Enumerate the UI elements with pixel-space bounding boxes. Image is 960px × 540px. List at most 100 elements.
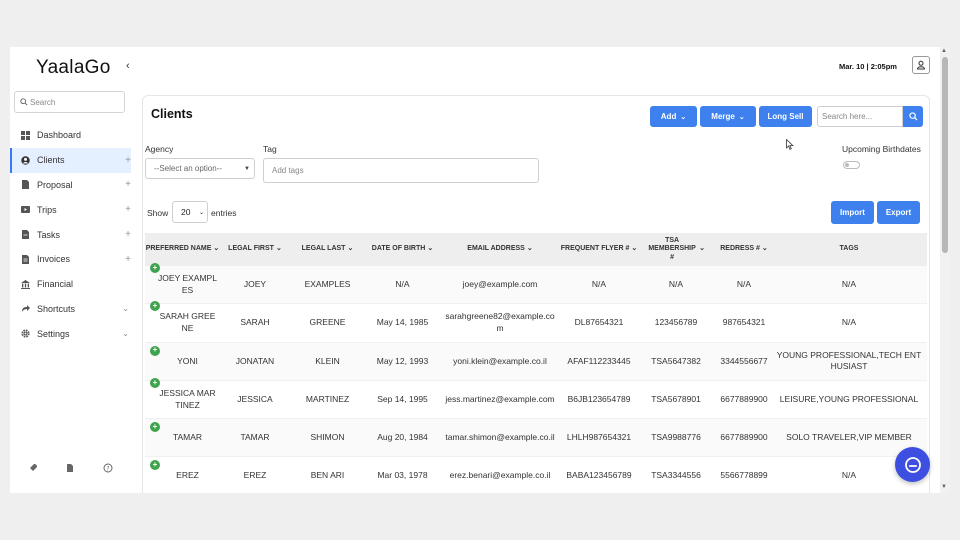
table-row[interactable]: + YONI JONATAN KLEIN May 12, 1993 yoni.klein@… (145, 342, 927, 381)
entries-select[interactable]: 20 ⌄ (172, 201, 208, 223)
cell-text: 987654321 (722, 317, 766, 328)
sort-chevron-icon[interactable]: ⌄ (276, 245, 282, 253)
column-header[interactable]: REDRESS # ⌄ (714, 245, 774, 253)
table-row[interactable]: + EREZ EREZ BEN ARI Mar 03, 1978 erez.benari@… (145, 457, 927, 493)
column-header[interactable]: DATE OF BIRTH ⌄ (365, 245, 440, 253)
add-icon[interactable]: + (125, 204, 131, 215)
sidebar-item-proposal[interactable]: Proposal + (10, 173, 131, 198)
column-header-label: REDRESS # (720, 245, 760, 253)
sort-chevron-icon[interactable]: ⌄ (699, 245, 705, 253)
sidebar-item-trips[interactable]: Trips + (10, 197, 131, 222)
sidebar-item-settings[interactable]: Settings ⌄ (10, 321, 131, 346)
expand-row-icon[interactable]: + (150, 422, 160, 433)
long-sell-button[interactable]: Long Sell (759, 106, 812, 127)
search-button[interactable] (903, 106, 923, 127)
expand-row-icon[interactable]: + (150, 345, 160, 356)
client-search-input[interactable]: Search here... (817, 106, 903, 127)
sort-chevron-icon[interactable]: ⌄ (631, 245, 637, 253)
column-header[interactable]: LEGAL LAST ⌄ (290, 245, 365, 253)
sidebar-item-financial[interactable]: Financial (10, 272, 131, 297)
import-button[interactable]: Import (831, 201, 874, 224)
tag-input[interactable]: Add tags (263, 158, 539, 183)
table-cell: JONATAN (220, 356, 290, 367)
table-row[interactable]: + SARAH GREENE SARAH GREENE May 14, 1985 sara… (145, 301, 927, 343)
sort-chevron-icon[interactable]: ⌄ (427, 245, 433, 253)
sort-chevron-icon[interactable]: ⌄ (347, 245, 353, 253)
table-cell: Aug 20, 1984 (365, 432, 440, 443)
sidebar-item-clients[interactable]: Clients + (10, 147, 131, 173)
scrollbar-thumb[interactable] (942, 57, 948, 253)
sidebar-item-invoices[interactable]: Invoices + (10, 247, 131, 272)
rocket-icon[interactable] (28, 463, 38, 473)
add-icon[interactable]: + (125, 254, 131, 265)
table-body: + JOEY EXAMPLES JOEY EXAMPLES N/A joey@exampl… (145, 263, 927, 493)
expand-row-icon[interactable]: + (150, 263, 160, 274)
table-header: PREFERRED NAME ⌄ LEGAL FIRST ⌄ LEGAL LAST ⌄ DA… (145, 233, 927, 266)
merge-button[interactable]: Merge ⌄ (700, 106, 756, 127)
page-title: Clients (151, 107, 193, 121)
expand-row-icon[interactable]: + (150, 301, 160, 312)
sidebar-nav: Dashboard Clients + Proposal + Trips + Tasks + In… (10, 123, 131, 346)
column-header[interactable]: TAGS (774, 245, 924, 253)
sidebar-item-label: Clients (37, 155, 65, 166)
cell-text: SHIMON (310, 432, 345, 443)
export-button[interactable]: Export (877, 201, 920, 224)
column-header[interactable]: FREQUENT FLYER # ⌄ (560, 245, 638, 253)
table-cell: jess.martinez@example.com (440, 394, 560, 405)
upcoming-birthdates-toggle[interactable] (843, 161, 860, 169)
cell-text: TSA3344556 (651, 470, 701, 481)
add-icon[interactable]: + (125, 155, 131, 166)
current-datetime: Mar. 10 | 2:05pm (839, 62, 897, 71)
clients-panel: Clients Add ⌄ Merge ⌄ Long Sell Search her… (142, 95, 930, 493)
sidebar-item-shortcuts[interactable]: Shortcuts ⌄ (10, 297, 131, 322)
search-icon (20, 98, 28, 106)
table-cell: + SARAH GREENE (145, 301, 220, 334)
column-header[interactable]: PREFERRED NAME ⌄ (145, 245, 220, 253)
table-cell: N/A (365, 279, 440, 290)
table-cell: LEISURE,YOUNG PROFESSIONAL (774, 394, 924, 405)
sidebar-item-tasks[interactable]: Tasks + (10, 222, 131, 247)
sidebar-search-input[interactable]: Search (14, 91, 125, 113)
user-profile-button[interactable] (912, 56, 930, 74)
sidebar-item-label: Shortcuts (37, 303, 76, 314)
column-header[interactable]: TSA MEMBERSHIP # ⌄ (638, 237, 714, 262)
column-header-label: TAGS (839, 245, 859, 253)
expand-row-icon[interactable]: + (150, 460, 160, 471)
sort-chevron-icon[interactable]: ⌄ (527, 245, 533, 253)
cell-text: BABA123456789 (566, 470, 632, 481)
tag-input-placeholder: Add tags (272, 166, 304, 175)
document-icon (21, 180, 30, 190)
collapse-sidebar-icon[interactable]: ‹ (126, 60, 130, 72)
scroll-up-icon[interactable]: ▲ (941, 48, 947, 54)
vertical-scrollbar[interactable]: ▲ ▼ (940, 47, 950, 493)
sort-chevron-icon[interactable]: ⌄ (213, 245, 219, 253)
agency-select[interactable]: --Select an option-- ▼ (145, 158, 255, 179)
add-icon[interactable]: + (125, 229, 131, 240)
file-icon[interactable] (65, 463, 75, 473)
column-header[interactable]: EMAIL ADDRESS ⌄ (440, 245, 560, 253)
chevron-down-icon[interactable]: ⌄ (122, 329, 129, 338)
sidebar-item-dashboard[interactable]: Dashboard (10, 123, 131, 148)
cell-text: 6677889900 (720, 393, 768, 404)
help-icon[interactable]: ? (103, 463, 113, 473)
add-button[interactable]: Add ⌄ (650, 106, 697, 127)
cell-text: BEN ARI (310, 470, 345, 481)
sort-chevron-icon[interactable]: ⌄ (762, 245, 768, 253)
column-header-label: DATE OF BIRTH (371, 245, 426, 253)
cell-text: EREZ (176, 470, 199, 481)
table-cell: TSA9988776 (638, 432, 714, 443)
table-row[interactable]: + TAMAR TAMAR SHIMON Aug 20, 1984 tamar.shimo… (145, 419, 927, 458)
chat-support-button[interactable] (895, 447, 930, 482)
table-row[interactable]: + JESSICA MARTINEZ JESSICA MARTINEZ Sep 14, … (145, 378, 927, 420)
chevron-down-icon[interactable]: ⌄ (122, 304, 129, 313)
scroll-down-icon[interactable]: ▼ (941, 484, 947, 490)
expand-row-icon[interactable]: + (150, 378, 160, 389)
table-row[interactable]: + JOEY EXAMPLES JOEY EXAMPLES N/A joey@exampl… (145, 263, 927, 305)
column-header[interactable]: LEGAL FIRST ⌄ (220, 245, 290, 253)
add-button-label: Add (660, 112, 677, 121)
table-cell: TAMAR (220, 432, 290, 443)
add-icon[interactable]: + (125, 179, 131, 190)
app-logo[interactable]: YaalaGo (36, 57, 111, 79)
table-cell: Sep 14, 1995 (365, 394, 440, 405)
app-window: YaalaGo ‹ Search Dashboard Clients + Propos… (10, 47, 950, 493)
